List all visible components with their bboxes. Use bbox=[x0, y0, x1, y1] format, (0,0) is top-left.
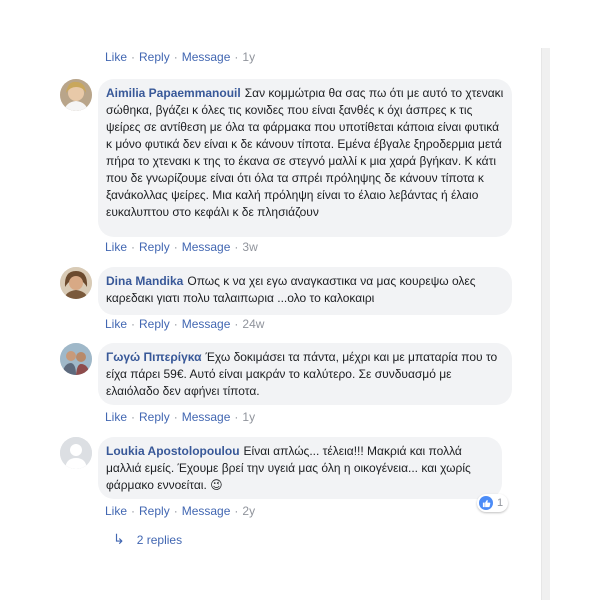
reply-arrow-icon: ↳ bbox=[113, 531, 125, 547]
scrollbar[interactable] bbox=[541, 48, 550, 600]
comment-author[interactable]: Dina Mandika bbox=[106, 274, 183, 288]
comment-actions: Like · Reply · Message · 2y bbox=[105, 504, 255, 518]
comment-actions-top: Like · Reply · Message · 1y bbox=[105, 50, 255, 64]
message-link[interactable]: Message bbox=[182, 410, 231, 424]
comment-author[interactable]: Aimilia Papaemmanouil bbox=[106, 86, 241, 100]
separator: · bbox=[131, 504, 136, 518]
separator: · bbox=[173, 240, 178, 254]
comment-bubble: Aimilia Papaemmanouil Σαν κομμώτρια θα σα… bbox=[98, 79, 512, 237]
avatar[interactable] bbox=[60, 79, 92, 111]
like-link[interactable]: Like bbox=[105, 504, 127, 518]
separator: · bbox=[173, 50, 178, 64]
separator: · bbox=[173, 504, 178, 518]
comment-author[interactable]: Loukia Apostolopoulou bbox=[106, 444, 240, 458]
comment-bubble: Γωγώ Πιπερίγκα Έχω δοκιμάσει τα πάντα, μέ… bbox=[98, 343, 512, 405]
reaction-badge[interactable]: 1 bbox=[477, 494, 509, 512]
separator: · bbox=[234, 504, 239, 518]
avatar[interactable] bbox=[60, 343, 92, 375]
default-avatar-icon bbox=[60, 437, 92, 469]
comment-actions: Like · Reply · Message · 3w bbox=[105, 240, 258, 254]
message-link[interactable]: Message bbox=[182, 504, 231, 518]
separator: · bbox=[131, 240, 136, 254]
like-link[interactable]: Like bbox=[105, 240, 127, 254]
like-link[interactable]: Like bbox=[105, 410, 127, 424]
comment-actions: Like · Reply · Message · 1y bbox=[105, 410, 255, 424]
timestamp[interactable]: 1y bbox=[242, 410, 255, 424]
like-link[interactable]: Like bbox=[105, 317, 127, 331]
comment-bubble: Dina Mandika Οπως κ να χει εγω αναγκαστικ… bbox=[98, 267, 512, 315]
comment-actions: Like · Reply · Message · 24w bbox=[105, 317, 264, 331]
timestamp[interactable]: 3w bbox=[242, 240, 257, 254]
reply-link[interactable]: Reply bbox=[139, 50, 170, 64]
avatar-photo bbox=[60, 267, 92, 299]
separator: · bbox=[131, 50, 136, 64]
like-reaction-icon bbox=[479, 496, 493, 510]
separator: · bbox=[234, 317, 239, 331]
message-link[interactable]: Message bbox=[182, 317, 231, 331]
avatar-photo bbox=[60, 79, 92, 111]
comment-bubble: Loukia Apostolopoulou Είναι απλώς... τέλε… bbox=[98, 437, 502, 499]
comment-text: Σαν κομμώτρια θα σας πω ότι με αυτό το χ… bbox=[106, 86, 504, 219]
avatar[interactable] bbox=[60, 437, 92, 469]
avatar[interactable] bbox=[60, 267, 92, 299]
timestamp[interactable]: 24w bbox=[242, 317, 264, 331]
timestamp[interactable]: 1y bbox=[242, 50, 255, 64]
avatar-photo bbox=[60, 343, 92, 375]
reply-link[interactable]: Reply bbox=[139, 317, 170, 331]
separator: · bbox=[173, 317, 178, 331]
separator: · bbox=[131, 410, 136, 424]
reply-link[interactable]: Reply bbox=[139, 410, 170, 424]
reply-link[interactable]: Reply bbox=[139, 504, 170, 518]
timestamp[interactable]: 2y bbox=[242, 504, 255, 518]
separator: · bbox=[173, 410, 178, 424]
separator: · bbox=[234, 410, 239, 424]
message-link[interactable]: Message bbox=[182, 50, 231, 64]
message-link[interactable]: Message bbox=[182, 240, 231, 254]
separator: · bbox=[234, 50, 239, 64]
separator: · bbox=[131, 317, 136, 331]
replies-count-label: 2 replies bbox=[136, 532, 183, 547]
view-replies-link[interactable]: ↳ 2 replies bbox=[113, 531, 182, 548]
separator: · bbox=[234, 240, 239, 254]
comment-author[interactable]: Γωγώ Πιπερίγκα bbox=[106, 350, 201, 364]
like-link[interactable]: Like bbox=[105, 50, 127, 64]
reaction-count: 1 bbox=[497, 497, 504, 509]
reply-link[interactable]: Reply bbox=[139, 240, 170, 254]
wink-emoji-icon: 😉 bbox=[210, 478, 223, 492]
